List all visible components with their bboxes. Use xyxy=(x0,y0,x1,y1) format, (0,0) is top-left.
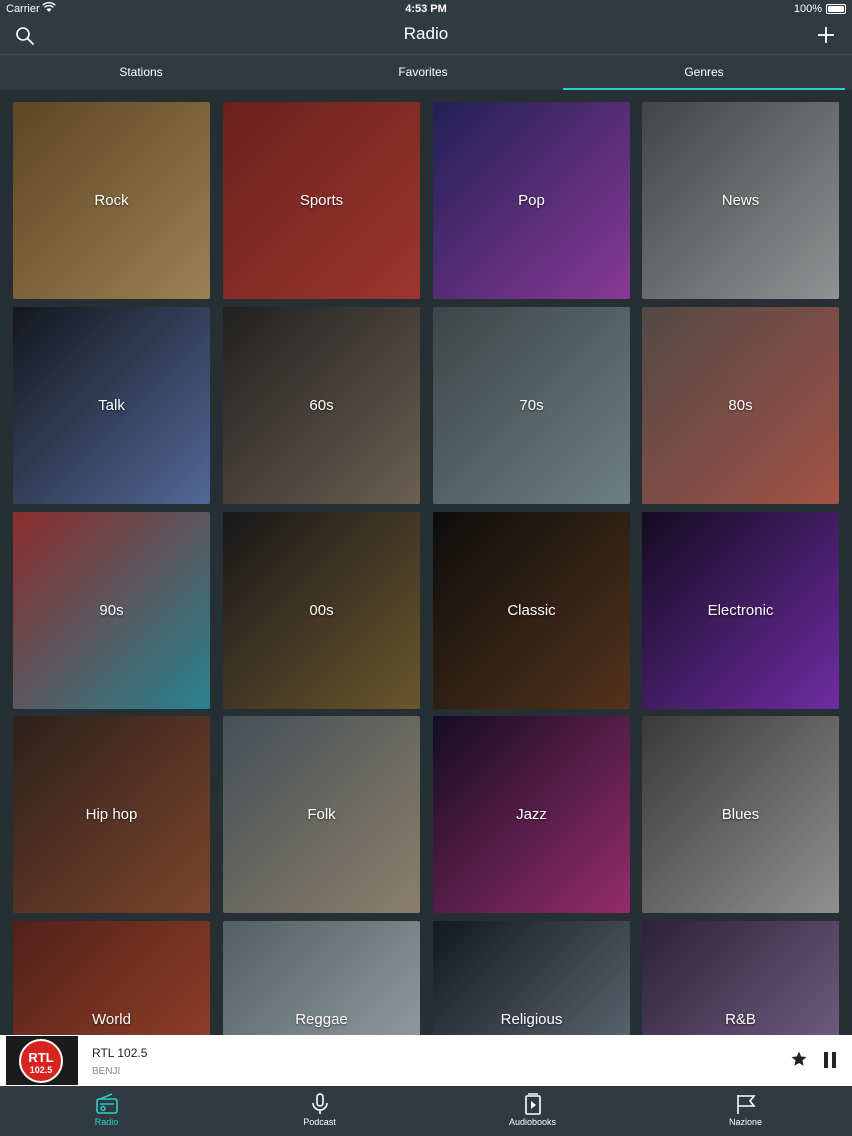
segment-tabs: Stations Favorites Genres xyxy=(0,54,852,91)
genre-label: Religious xyxy=(500,1011,563,1028)
status-bar: Carrier 4:53 PM 100% xyxy=(0,0,852,18)
genre-label: World xyxy=(92,1011,131,1028)
genre-label: R&B xyxy=(725,1011,756,1028)
genre-tile[interactable]: Reggae xyxy=(223,921,420,1035)
genre-label: 80s xyxy=(728,397,753,414)
flag-icon xyxy=(736,1095,756,1114)
genre-tile[interactable]: World xyxy=(13,921,210,1035)
bottom-tab-label: Audiobooks xyxy=(508,1117,557,1127)
microphone-icon xyxy=(311,1093,328,1114)
add-icon[interactable] xyxy=(814,23,838,47)
genre-label: 60s xyxy=(309,397,334,414)
bottom-tab-audiobooks[interactable]: Audiobooks xyxy=(426,1086,639,1136)
station-name: RTL 102.5 xyxy=(92,1046,148,1060)
clock: 4:53 PM xyxy=(405,3,447,15)
logo-text: RTL xyxy=(28,1050,54,1065)
genre-tile[interactable]: Folk xyxy=(223,716,420,913)
genre-tile[interactable]: Classic xyxy=(433,512,630,709)
genre-grid: Rock Sports Pop News Talk 60s 70s 80s 90s 00s Clas… xyxy=(0,90,852,1035)
genre-tile[interactable]: Religious xyxy=(433,921,630,1035)
audiobook-icon xyxy=(524,1093,541,1115)
genre-label: 90s xyxy=(99,602,124,619)
bottom-tab-podcast[interactable]: Podcast xyxy=(213,1086,426,1136)
battery-percent: 100% xyxy=(793,3,822,15)
now-playing-bar[interactable]: RTL 102.5 RTL 102.5 BENJI xyxy=(0,1035,852,1086)
genre-label: Classic xyxy=(507,602,556,619)
genre-tile[interactable]: Hip hop xyxy=(13,716,210,913)
genre-label: News xyxy=(721,192,760,209)
genre-tile[interactable]: 70s xyxy=(433,307,630,504)
bottom-tab-bar: Radio Podcast Audiobooks Nazione xyxy=(0,1086,852,1136)
genre-label: Sports xyxy=(299,192,344,209)
genre-tile[interactable]: 80s xyxy=(642,307,839,504)
genre-tile[interactable]: 60s xyxy=(223,307,420,504)
genre-label: Electronic xyxy=(707,602,774,619)
genre-label: Hip hop xyxy=(85,806,138,823)
genre-label: 70s xyxy=(519,397,544,414)
genre-label: Jazz xyxy=(516,806,547,823)
tab-favorites[interactable]: Favorites xyxy=(282,55,564,91)
genre-tile[interactable]: Talk xyxy=(13,307,210,504)
genre-tile[interactable]: News xyxy=(642,102,839,299)
navigation-bar: Radio xyxy=(0,18,852,54)
bottom-tab-label: Nazione xyxy=(728,1117,763,1127)
genre-tile[interactable]: Rock xyxy=(13,102,210,299)
bottom-tab-radio[interactable]: Radio xyxy=(0,1086,213,1136)
genre-tile[interactable]: 00s xyxy=(223,512,420,709)
bottom-tab-label: Podcast xyxy=(303,1117,336,1127)
tab-stations[interactable]: Stations xyxy=(0,55,282,91)
genre-label: Reggae xyxy=(295,1011,348,1028)
tab-genres[interactable]: Genres xyxy=(563,55,845,91)
star-icon[interactable] xyxy=(790,1050,808,1068)
genre-label: Talk xyxy=(98,397,125,414)
genre-tile[interactable]: Jazz xyxy=(433,716,630,913)
bottom-tab-label: Radio xyxy=(94,1117,119,1127)
genre-label: Blues xyxy=(721,806,760,823)
genre-label: Rock xyxy=(94,192,129,209)
now-playing-subtitle: BENJI xyxy=(92,1066,121,1077)
bottom-tab-nazione[interactable]: Nazione xyxy=(639,1086,852,1136)
genre-tile[interactable]: R&B xyxy=(642,921,839,1035)
genre-tile[interactable]: Blues xyxy=(642,716,839,913)
page-title: Radio xyxy=(403,24,449,43)
pause-icon[interactable] xyxy=(822,1051,838,1069)
battery-icon xyxy=(826,4,846,14)
genre-tile[interactable]: Electronic xyxy=(642,512,839,709)
genre-label: 00s xyxy=(309,602,334,619)
radio-icon xyxy=(95,1093,118,1114)
genre-tile[interactable]: 90s xyxy=(13,512,210,709)
rtl-logo-icon: RTL 102.5 xyxy=(19,1039,63,1083)
genre-tile[interactable]: Pop xyxy=(433,102,630,299)
logo-subtext: 102.5 xyxy=(29,1065,53,1075)
genre-label: Pop xyxy=(518,192,545,209)
genre-label: Folk xyxy=(307,806,336,823)
genre-tile[interactable]: Sports xyxy=(223,102,420,299)
station-logo: RTL 102.5 xyxy=(6,1036,78,1085)
